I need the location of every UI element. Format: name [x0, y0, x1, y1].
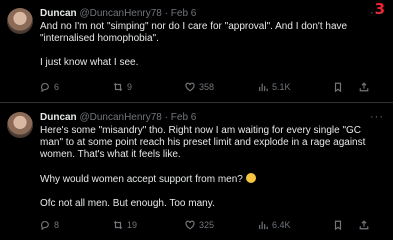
views-icon: [259, 83, 268, 92]
tweet-divider: [0, 102, 393, 103]
more-icon[interactable]: ···: [370, 7, 384, 19]
like-count: 358: [199, 82, 215, 92]
like-count: 325: [199, 220, 215, 230]
repost-button[interactable]: 19: [113, 220, 137, 230]
share-icon: [359, 82, 369, 92]
reply-icon: [41, 221, 49, 230]
author-handle[interactable]: @DuncanHenry78: [79, 8, 161, 19]
repost-icon: [113, 220, 123, 230]
bookmark-icon: [334, 220, 342, 230]
reply-button[interactable]: 6: [40, 82, 59, 92]
reply-button[interactable]: 8: [40, 220, 59, 230]
share-button[interactable]: [359, 220, 369, 230]
tweet-paragraph: Ofc not all men. But enough. Too many.: [40, 198, 215, 209]
more-icon[interactable]: ···: [370, 111, 384, 123]
reply-icon: [41, 83, 49, 92]
repost-icon: [113, 82, 123, 92]
separator: ·: [164, 112, 168, 123]
views-button[interactable]: 5.1K: [258, 82, 291, 92]
tweet-text: And no I'm not "simping" nor do I care f…: [40, 21, 385, 81]
tweet-text: Here's some "misandry" tho. Right now I …: [40, 125, 385, 222]
share-button[interactable]: [359, 82, 369, 92]
tweet-paragraph-with-emoji: Why would women accept support from men?: [40, 173, 385, 186]
tweet[interactable]: Duncan @DuncanHenry78 · Feb 6 ··· Here's…: [0, 104, 393, 240]
repost-count: 19: [127, 220, 138, 230]
repost-button[interactable]: 9: [113, 82, 132, 92]
action-bar: 8 19 325 6.4K: [40, 220, 385, 234]
tweet-paragraph: And no I'm not "simping" nor do I care f…: [40, 21, 348, 44]
tweet-paragraph: Why would women accept support from men?: [40, 174, 243, 185]
tweet-paragraph: I just know what I see.: [40, 57, 139, 68]
reply-count: 8: [54, 220, 60, 230]
heart-icon: [185, 220, 195, 230]
heart-icon: [185, 82, 195, 92]
tweet-paragraph: Here's some "misandry" tho. Right now I …: [40, 125, 366, 160]
person-shrugging-emoji: [245, 173, 256, 183]
repost-count: 9: [127, 82, 133, 92]
author-name[interactable]: Duncan: [40, 112, 77, 123]
like-button[interactable]: 358: [185, 82, 214, 92]
bookmark-icon: [334, 82, 342, 92]
like-button[interactable]: 325: [185, 220, 214, 230]
bookmark-button[interactable]: [333, 220, 343, 230]
author-name[interactable]: Duncan: [40, 8, 77, 19]
view-count: 6.4K: [272, 220, 291, 230]
tweet-header: Duncan @DuncanHenry78 · Feb 6: [40, 8, 196, 20]
view-count: 5.1K: [272, 82, 291, 92]
tweet-date[interactable]: Feb 6: [171, 8, 197, 19]
author-handle[interactable]: @DuncanHenry78: [79, 112, 161, 123]
tweet-date[interactable]: Feb 6: [171, 112, 197, 123]
avatar[interactable]: [7, 8, 33, 34]
action-bar: 6 9 358 5.1K: [40, 82, 385, 96]
bookmark-button[interactable]: [333, 82, 343, 92]
views-icon: [259, 221, 268, 230]
tweet[interactable]: Duncan @DuncanHenry78 · Feb 6 ··· And no…: [0, 0, 393, 104]
separator: ·: [164, 8, 168, 19]
share-icon: [359, 220, 369, 230]
reply-count: 6: [54, 82, 60, 92]
avatar[interactable]: [7, 112, 33, 138]
tweet-header: Duncan @DuncanHenry78 · Feb 6: [40, 112, 196, 124]
views-button[interactable]: 6.4K: [258, 220, 291, 230]
